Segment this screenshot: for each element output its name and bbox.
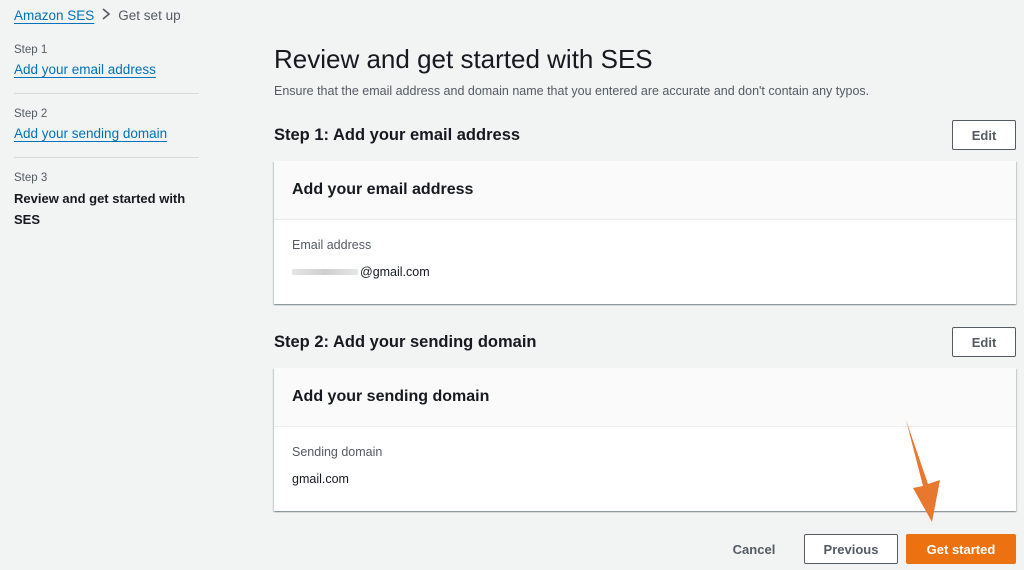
email-value: @gmail.com <box>360 265 430 280</box>
field-label-domain: Sending domain <box>292 445 383 460</box>
page-title: Review and get started with SES <box>274 44 653 74</box>
field-value-domain: gmail.com <box>292 472 349 487</box>
wizard-step-number: Step 1 <box>14 44 48 56</box>
edit-email-button[interactable]: Edit <box>952 120 1016 151</box>
redacted-text <box>292 269 358 276</box>
wizard-step-current-label: Review and get started with SES <box>14 191 186 228</box>
section-header: Step 2: Add your sending domain Edit <box>274 327 1016 358</box>
domain-card: Add your sending domain Sending domain g… <box>274 368 1016 512</box>
wizard-step-number: Step 3 <box>14 172 48 185</box>
card-title: Add your email address <box>274 161 1016 221</box>
main-content: Review and get started with SES Ensure t… <box>274 44 1016 512</box>
breadcrumb: Amazon SES Get set up <box>14 7 181 24</box>
wizard-step-1: Step 1 Add your email address <box>14 44 199 95</box>
edit-domain-button[interactable]: Edit <box>952 327 1016 358</box>
field-value-email: @gmail.com <box>292 265 998 279</box>
wizard-step-link-domain[interactable]: Add your sending domain <box>14 126 167 141</box>
get-started-button[interactable]: Get started <box>906 534 1016 564</box>
wizard-step-2: Step 2 Add your sending domain <box>14 108 199 159</box>
card-title: Add your sending domain <box>274 368 1016 428</box>
chevron-right-icon-svg <box>102 8 111 20</box>
section-title: Step 1: Add your email address <box>274 125 521 144</box>
previous-button[interactable]: Previous <box>804 534 898 564</box>
review-section-email: Step 1: Add your email address Edit Add … <box>274 120 1016 305</box>
wizard-steps: Step 1 Add your email address Step 2 Add… <box>14 44 199 259</box>
card-body: Sending domain gmail.com <box>274 427 1016 511</box>
review-section-domain: Step 2: Add your sending domain Edit Add… <box>274 327 1016 512</box>
wizard-step-link-email[interactable]: Add your email address <box>14 62 156 77</box>
wizard-step-3: Step 3 Review and get started with SES <box>14 172 199 245</box>
page: Amazon SES Get set up Step 1 Add your em… <box>0 0 1024 570</box>
breadcrumb-current: Get set up <box>118 8 181 23</box>
section-title: Step 2: Add your sending domain <box>274 332 537 351</box>
section-header: Step 1: Add your email address Edit <box>274 120 1016 151</box>
email-card: Add your email address Email address @gm… <box>274 161 1016 305</box>
page-description: Ensure that the email address and domain… <box>274 84 870 99</box>
wizard-step-number: Step 2 <box>14 108 48 121</box>
card-body: Email address @gmail.com <box>274 220 1016 304</box>
cancel-button[interactable]: Cancel <box>718 534 790 564</box>
chevron-right-icon <box>94 7 118 24</box>
wizard-footer: Cancel Previous Get started <box>718 534 1016 564</box>
field-label-email: Email address <box>292 238 372 253</box>
breadcrumb-link-amazon-ses[interactable]: Amazon SES <box>14 8 94 23</box>
